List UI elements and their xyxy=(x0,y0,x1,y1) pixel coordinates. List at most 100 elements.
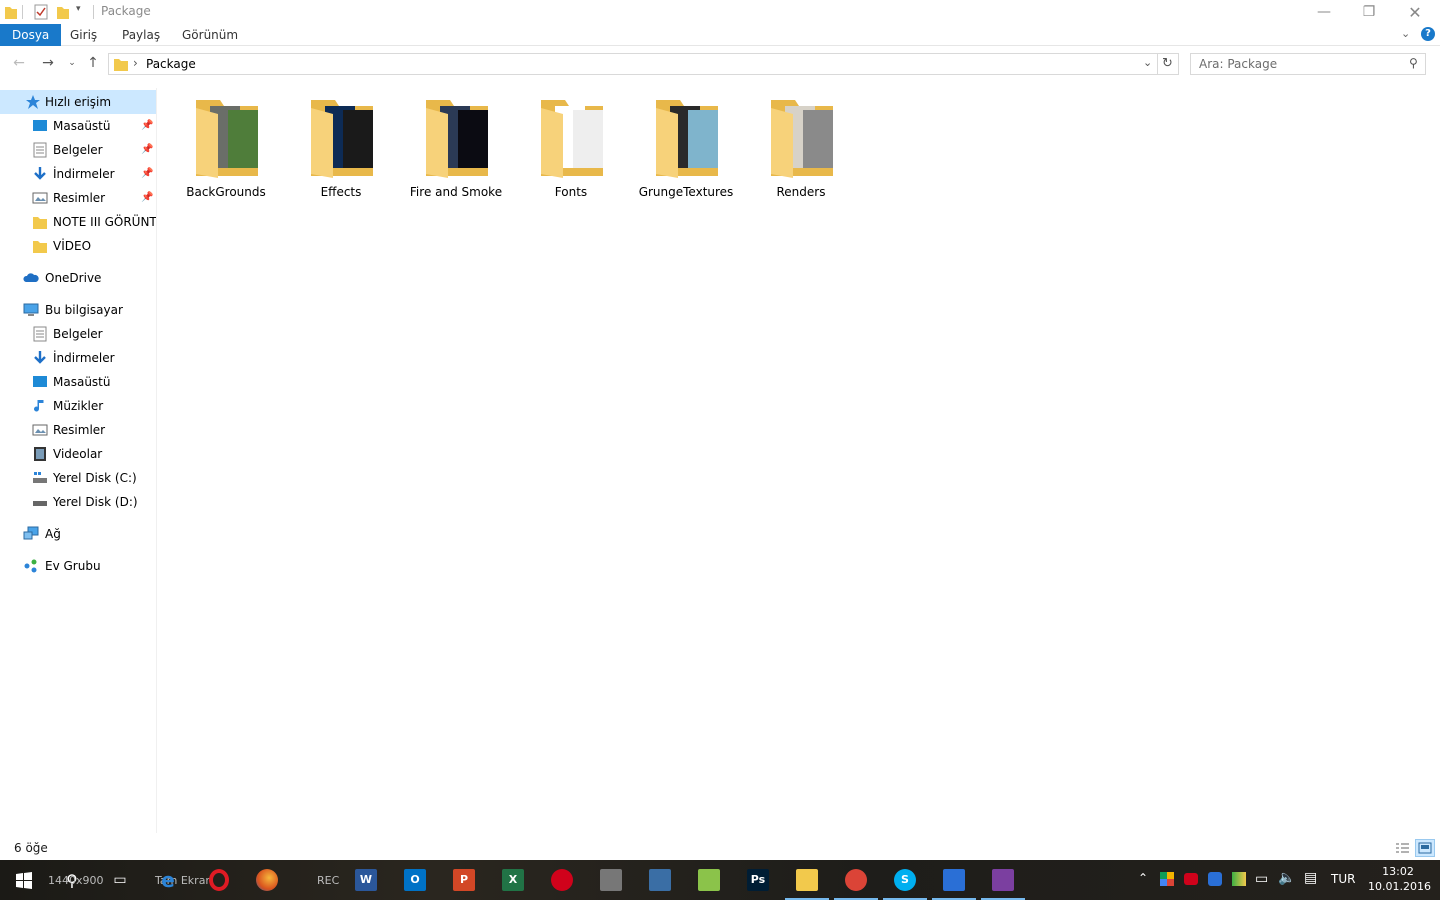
taskbar-word[interactable]: W xyxy=(342,860,390,900)
tray-red-app-icon[interactable] xyxy=(1184,873,1198,885)
volume-icon[interactable]: 🔈 xyxy=(1278,870,1295,886)
sidebar-item-network[interactable]: Ağ xyxy=(0,522,156,546)
up-button[interactable]: ↑ xyxy=(84,54,102,72)
folder-name: Effects xyxy=(320,185,362,199)
sidebar-item-quick-access[interactable]: Hızlı erişim xyxy=(0,90,156,114)
sidebar-item-note-iii[interactable]: NOTE III GÖRÜNTÜLERİ xyxy=(0,210,156,234)
pictures-icon xyxy=(32,192,48,204)
close-button[interactable]: ✕ xyxy=(1392,0,1438,24)
tab-home[interactable]: Giriş xyxy=(58,24,109,46)
taskbar-skype[interactable]: S xyxy=(881,860,929,900)
tab-share[interactable]: Paylaş xyxy=(110,24,172,46)
taskbar-app-moon[interactable] xyxy=(930,860,978,900)
taskbar-excel[interactable]: X xyxy=(489,860,537,900)
taskbar-winrar[interactable] xyxy=(979,860,1027,900)
sidebar-item-desktop-pinned[interactable]: Masaüstü 📌 xyxy=(0,114,156,138)
sidebar-item-music[interactable]: Müzikler xyxy=(0,394,156,418)
sidebar-item-pictures-pinned[interactable]: Resimler 📌 xyxy=(0,186,156,210)
folder-item[interactable]: Renders xyxy=(751,98,851,208)
folder-item[interactable]: GrungeTextures xyxy=(636,98,736,208)
tray-green-app-icon[interactable] xyxy=(1232,872,1246,886)
folder-item[interactable]: Effects xyxy=(291,98,391,208)
title-bar: ▾ Package — ❐ ✕ xyxy=(0,0,1440,24)
sidebar-item-documents-pinned[interactable]: Belgeler 📌 xyxy=(0,138,156,162)
clock[interactable]: 13:02 10.01.2016 xyxy=(1368,864,1431,894)
sidebar-item-pictures[interactable]: Resimler xyxy=(0,418,156,442)
sidebar-item-this-pc[interactable]: Bu bilgisayar xyxy=(0,298,156,322)
folder-fire-and-smoke-icon xyxy=(426,100,488,178)
customize-toolbar-icon[interactable]: ▾ xyxy=(76,4,81,14)
search-icon[interactable]: ⚲ xyxy=(1409,56,1418,70)
address-bar[interactable]: › Package ⌄ xyxy=(108,53,1158,75)
minimize-button[interactable]: — xyxy=(1301,0,1347,24)
chrome-icon xyxy=(845,869,867,891)
language-indicator[interactable]: TUR xyxy=(1331,872,1355,886)
breadcrumb-separator: › xyxy=(133,56,138,70)
taskbar-photoshop[interactable]: Ps xyxy=(734,860,782,900)
folder-item[interactable]: Fonts xyxy=(521,98,621,208)
taskbar-outlook[interactable]: O xyxy=(391,860,439,900)
task-view-button[interactable]: ▭ xyxy=(96,860,144,900)
forward-button[interactable]: → xyxy=(39,54,57,72)
taskbar-firefox[interactable] xyxy=(243,860,291,900)
sidebar-item-desktop[interactable]: Masaüstü xyxy=(0,370,156,394)
restore-icon: ❐ xyxy=(1362,4,1376,20)
excel-icon: X xyxy=(502,869,524,891)
taskbar-network-manager[interactable] xyxy=(636,860,684,900)
folder-icon xyxy=(33,241,47,253)
folder-item[interactable]: BackGrounds xyxy=(176,98,276,208)
network-status-icon[interactable]: ▭ xyxy=(1255,871,1268,887)
desktop-icon xyxy=(33,376,47,387)
taskbar-edge[interactable]: e xyxy=(144,860,192,900)
recent-locations-button[interactable]: ⌄ xyxy=(63,54,81,72)
start-button[interactable] xyxy=(0,860,48,900)
taskbar-opera[interactable] xyxy=(195,860,243,900)
breadcrumb-package[interactable]: Package xyxy=(146,57,196,71)
taskbar-notepad-plus[interactable] xyxy=(685,860,733,900)
taskbar-file-explorer[interactable] xyxy=(783,860,831,900)
task-view-icon: ▭ xyxy=(113,872,127,888)
taskbar-tool[interactable] xyxy=(587,860,635,900)
sidebar-item-video[interactable]: VİDEO xyxy=(0,234,156,258)
address-dropdown-icon[interactable]: ⌄ xyxy=(1143,56,1152,69)
new-folder-icon[interactable] xyxy=(56,4,70,20)
sidebar-item-onedrive[interactable]: OneDrive xyxy=(0,266,156,290)
taskbar-powerpoint[interactable]: P xyxy=(440,860,488,900)
action-center-icon[interactable]: ▤ xyxy=(1304,870,1317,886)
properties-icon[interactable] xyxy=(33,4,49,20)
sidebar-item-drive-c[interactable]: Yerel Disk (C:) xyxy=(0,466,156,490)
search-box[interactable]: Ara: Package ⚲ xyxy=(1190,53,1426,75)
onedrive-icon xyxy=(23,273,39,282)
homegroup-icon xyxy=(24,559,37,573)
folder-effects-icon xyxy=(311,100,373,178)
folder-item[interactable]: Fire and Smoke xyxy=(406,98,506,208)
large-icons-view-icon xyxy=(1418,842,1432,854)
sidebar-item-drive-d[interactable]: Yerel Disk (D:) xyxy=(0,490,156,514)
opera-icon xyxy=(209,869,229,891)
window-title: Package xyxy=(101,4,151,18)
close-icon: ✕ xyxy=(1408,2,1422,22)
tray-pinwheel-icon[interactable] xyxy=(1160,872,1174,886)
tab-view[interactable]: Görünüm xyxy=(170,24,250,46)
tray-blue-app-icon[interactable] xyxy=(1208,872,1222,886)
restore-button[interactable]: ❐ xyxy=(1346,0,1392,24)
taskbar-chrome[interactable] xyxy=(832,860,880,900)
sidebar-item-downloads-pinned[interactable]: İndirmeler 📌 xyxy=(0,162,156,186)
folder-name: BackGrounds xyxy=(186,185,266,199)
help-icon[interactable]: ? xyxy=(1421,27,1435,41)
taskbar-recorder[interactable] xyxy=(538,860,586,900)
expand-ribbon-icon[interactable]: ⌄ xyxy=(1401,27,1410,40)
back-button[interactable]: ← xyxy=(10,54,28,72)
network-icon xyxy=(23,526,39,540)
large-icons-view-button[interactable] xyxy=(1415,839,1435,857)
sidebar-item-documents[interactable]: Belgeler xyxy=(0,322,156,346)
refresh-button[interactable]: ↻ xyxy=(1157,53,1179,75)
show-hidden-icons-icon[interactable]: ⌃ xyxy=(1138,871,1148,885)
details-view-button[interactable] xyxy=(1392,839,1412,857)
tab-file[interactable]: Dosya xyxy=(0,24,62,46)
photoshop-icon: Ps xyxy=(747,869,769,891)
firefox-icon xyxy=(256,869,278,891)
sidebar-item-videos[interactable]: Videolar xyxy=(0,442,156,466)
sidebar-item-homegroup[interactable]: Ev Grubu xyxy=(0,554,156,578)
sidebar-item-downloads[interactable]: İndirmeler xyxy=(0,346,156,370)
